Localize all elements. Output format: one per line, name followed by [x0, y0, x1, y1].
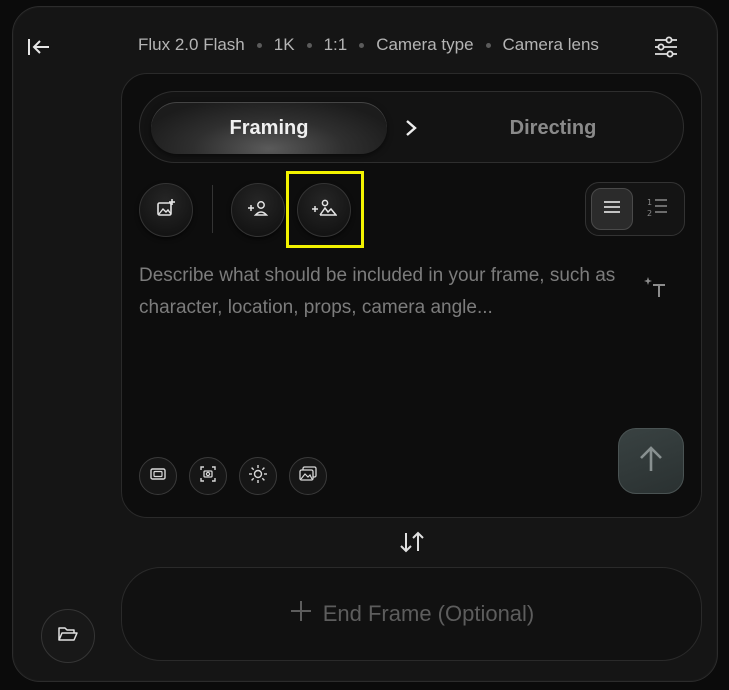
separator-dot [256, 42, 262, 48]
open-folder-button[interactable] [41, 609, 95, 663]
add-character-icon [247, 198, 269, 223]
text-sparkle-icon[interactable] [640, 272, 670, 302]
folder-open-icon [57, 625, 79, 648]
tab-directing[interactable]: Directing [443, 102, 663, 154]
add-image-icon [156, 198, 176, 223]
tab-framing[interactable]: Framing [151, 102, 387, 154]
aspect-ratio[interactable]: 1:1 [324, 35, 348, 55]
send-button[interactable] [618, 428, 684, 494]
crop-button[interactable] [139, 457, 177, 495]
collapse-sidebar-icon[interactable] [24, 32, 54, 62]
add-scene-icon [311, 198, 338, 223]
numbered-list-icon: 1 2 [645, 196, 669, 223]
separator-dot [359, 42, 365, 48]
svg-text:2: 2 [647, 209, 652, 218]
list-view-button[interactable] [591, 188, 633, 230]
prompt-input[interactable]: Describe what should be included in your… [139, 260, 619, 324]
arrow-up-icon [638, 444, 664, 479]
sliders-icon[interactable] [652, 34, 680, 60]
toolbar-divider [212, 185, 213, 233]
swap-vertical-icon[interactable] [396, 528, 428, 556]
add-scene-button[interactable] [297, 183, 351, 237]
camera-type[interactable]: Camera type [376, 35, 473, 55]
plus-icon [289, 599, 313, 629]
add-image-button[interactable] [139, 183, 193, 237]
sun-icon [248, 464, 268, 489]
chevron-right-icon [398, 114, 424, 142]
separator-dot [306, 42, 312, 48]
gallery-button[interactable] [289, 457, 327, 495]
end-frame-button[interactable]: End Frame (Optional) [121, 567, 702, 661]
camera-icon [199, 465, 217, 488]
frame-icon [149, 466, 167, 487]
camera-button[interactable] [189, 457, 227, 495]
numbered-view-button[interactable]: 1 2 [636, 188, 678, 230]
end-frame-label: End Frame (Optional) [322, 601, 535, 626]
svg-text:1: 1 [647, 198, 652, 207]
resolution[interactable]: 1K [274, 35, 295, 55]
list-icon [602, 199, 622, 220]
camera-lens[interactable]: Camera lens [503, 35, 599, 55]
add-character-button[interactable] [231, 183, 285, 237]
gallery-icon [298, 465, 318, 488]
model-name[interactable]: Flux 2.0 Flash [138, 35, 245, 55]
generation-settings-summary[interactable]: Flux 2.0 Flash 1K 1:1 Camera type Camera… [138, 35, 599, 55]
lighting-button[interactable] [239, 457, 277, 495]
separator-dot [485, 42, 491, 48]
